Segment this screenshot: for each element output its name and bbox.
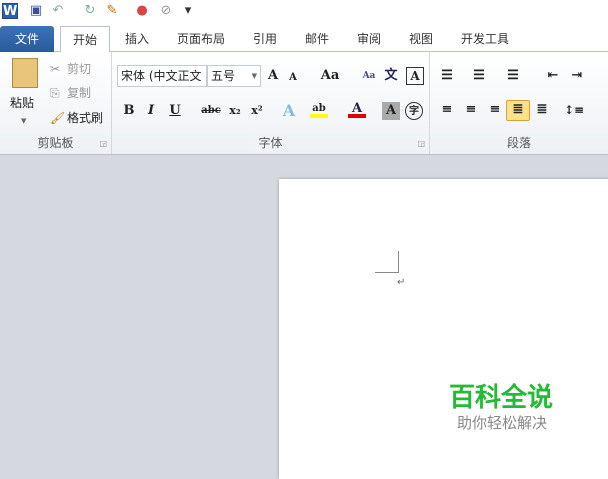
italic-button[interactable]: I bbox=[142, 102, 160, 120]
paste-button[interactable]: 粘贴 bbox=[10, 94, 34, 112]
word-app-icon[interactable]: W bbox=[2, 3, 18, 19]
copy-icon: ⎘ bbox=[50, 86, 60, 100]
clipboard-group: 粘贴 ▼ ✂ 剪切 ⎘ 复制 🖌 格式刷 剪贴板 ◲ bbox=[0, 52, 112, 154]
cut-icon: ✂ bbox=[50, 62, 61, 76]
paragraph-group: ☰ ☰ ☰ ⇤ ⇥ ≡ ≡ ≡ ≣ ≣ ↕≡ 段落 bbox=[430, 52, 608, 154]
clipboard-label: 剪贴板 bbox=[37, 136, 74, 150]
dialog-launcher-icon[interactable]: ◲ bbox=[417, 139, 425, 148]
tab-review[interactable]: 审阅 bbox=[348, 26, 390, 52]
multilevel-list-icon[interactable]: ☰ bbox=[504, 67, 522, 85]
quick-access-toolbar: W ▣ ↶ ↻ ✎ ● ⊘ ▾ bbox=[0, 0, 608, 24]
change-case-button[interactable]: Aa bbox=[318, 67, 342, 85]
font-size-select[interactable]: 五号 ▼ bbox=[207, 65, 261, 87]
paste-icon[interactable] bbox=[12, 58, 38, 88]
color-icon[interactable]: ● bbox=[134, 3, 150, 19]
font-group: 宋体 (中文正文 五号 ▼ A A Aa Aa 文 A B I U abc x₂ … bbox=[112, 52, 430, 154]
shrink-font-button[interactable]: A bbox=[284, 69, 302, 87]
paste-dropdown[interactable]: ▼ bbox=[21, 112, 26, 130]
tab-developer[interactable]: 开发工具 bbox=[452, 26, 518, 52]
cut-button[interactable]: 剪切 bbox=[67, 60, 91, 78]
justify-icon[interactable]: ≣ bbox=[506, 100, 530, 121]
align-center-icon[interactable]: ≡ bbox=[462, 101, 480, 119]
clear-icon[interactable]: ⊘ bbox=[158, 3, 174, 19]
tab-mailings[interactable]: 邮件 bbox=[296, 26, 338, 52]
tab-insert[interactable]: 插入 bbox=[116, 26, 158, 52]
save-icon[interactable]: ▣ bbox=[28, 3, 44, 19]
distributed-icon[interactable]: ≣ bbox=[533, 101, 551, 119]
line-spacing-icon[interactable]: ↕≡ bbox=[564, 101, 584, 119]
watermark-subtitle: 助你轻松解决 bbox=[457, 414, 548, 432]
superscript-button[interactable]: x² bbox=[248, 102, 266, 120]
font-name-value: 宋体 (中文正文 bbox=[121, 69, 202, 83]
tab-home[interactable]: 开始 bbox=[60, 26, 110, 53]
underline-button[interactable]: U bbox=[166, 102, 184, 120]
undo-icon[interactable]: ↶ bbox=[50, 3, 66, 19]
font-color-button[interactable]: A bbox=[348, 100, 366, 118]
redo-icon[interactable]: ↻ bbox=[82, 3, 98, 19]
paragraph-mark: ↵ bbox=[397, 277, 406, 288]
font-size-value: 五号 bbox=[211, 69, 236, 83]
enclose-characters-button[interactable]: 字 bbox=[405, 102, 423, 120]
dialog-launcher-icon[interactable]: ◲ bbox=[99, 139, 107, 148]
bold-button[interactable]: B bbox=[120, 102, 138, 120]
chevron-down-icon: ▼ bbox=[251, 72, 257, 80]
align-right-icon[interactable]: ≡ bbox=[486, 101, 504, 119]
decrease-indent-icon[interactable]: ⇤ bbox=[544, 67, 562, 85]
strikethrough-button[interactable]: abc bbox=[200, 102, 222, 120]
document-page[interactable]: ↵ 百科全说 助你轻松解决 bbox=[279, 179, 608, 479]
watermark-title: 百科全说 bbox=[449, 383, 554, 413]
align-left-icon[interactable]: ≡ bbox=[438, 101, 456, 119]
paragraph-label: 段落 bbox=[506, 136, 531, 150]
tab-view[interactable]: 视图 bbox=[400, 26, 442, 52]
subscript-button[interactable]: x₂ bbox=[226, 102, 244, 120]
ribbon-tabs: 文件 开始 插入 页面布局 引用 邮件 审阅 视图 开发工具 bbox=[0, 24, 608, 53]
bullets-icon[interactable]: ☰ bbox=[438, 67, 456, 85]
format-painter-button[interactable]: 格式刷 bbox=[67, 109, 103, 127]
phonetic-guide-button[interactable]: 文 bbox=[382, 67, 400, 85]
tab-references[interactable]: 引用 bbox=[244, 26, 286, 52]
font-label: 字体 bbox=[258, 136, 283, 150]
grow-font-button[interactable]: A bbox=[264, 67, 282, 85]
clear-format-icon[interactable]: Aa bbox=[360, 67, 378, 85]
text-effects-icon[interactable]: A bbox=[280, 102, 298, 120]
character-border-button[interactable]: A bbox=[406, 67, 424, 85]
tab-page-layout[interactable]: 页面布局 bbox=[168, 26, 234, 52]
numbering-icon[interactable]: ☰ bbox=[470, 67, 488, 85]
margin-corner-mark bbox=[375, 251, 399, 273]
ribbon: 粘贴 ▼ ✂ 剪切 ⎘ 复制 🖌 格式刷 剪贴板 ◲ 宋体 (中文正文 五号 ▼ … bbox=[0, 52, 608, 155]
format-painter-icon[interactable]: ✎ bbox=[104, 3, 120, 19]
highlight-button[interactable]: ab bbox=[310, 100, 328, 118]
font-name-select[interactable]: 宋体 (中文正文 bbox=[117, 65, 207, 87]
copy-button[interactable]: 复制 bbox=[67, 84, 91, 102]
format-painter-brush-icon: 🖌 bbox=[50, 111, 66, 125]
tab-file[interactable]: 文件 bbox=[0, 26, 54, 52]
customize-icon[interactable]: ▾ bbox=[180, 3, 196, 19]
increase-indent-icon[interactable]: ⇥ bbox=[568, 67, 586, 85]
character-shading-button[interactable]: A bbox=[382, 102, 400, 120]
